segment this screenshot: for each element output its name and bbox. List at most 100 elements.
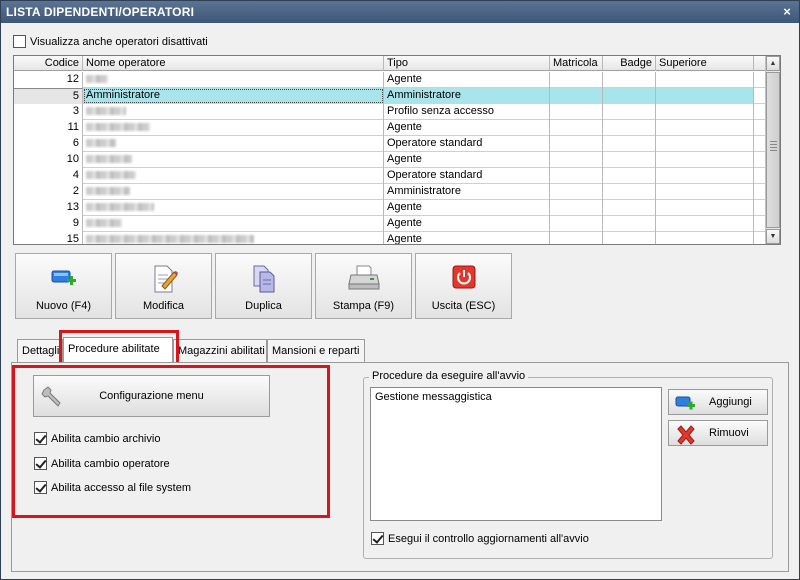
header-matricola[interactable]: Matricola: [550, 56, 603, 71]
operators-grid[interactable]: Codice Nome operatore Tipo Matricola Bad…: [13, 55, 781, 245]
header-tipo[interactable]: Tipo: [384, 56, 550, 71]
add-user-icon: [51, 270, 76, 285]
add-button-label: Aggiungi: [709, 396, 752, 408]
cell-code: 11: [14, 120, 83, 136]
tab-procedures[interactable]: Procedure abilitate: [63, 337, 173, 363]
cell-matricola: [550, 168, 603, 184]
cell-matricola: [550, 88, 603, 104]
update-check-label: Esegui il controllo aggiornamenti all'av…: [388, 532, 589, 545]
cell-code: 15: [14, 232, 83, 244]
table-row[interactable]: 10 Agente: [14, 152, 766, 168]
menu-config-label: Configurazione menu: [99, 390, 204, 402]
cell-tipo: Amministratore: [384, 184, 550, 200]
header-name[interactable]: Nome operatore: [83, 56, 384, 71]
cell-matricola: [550, 184, 603, 200]
cell-tipo: Agente: [384, 200, 550, 216]
cell-code: 6: [14, 136, 83, 152]
cell-superiore: [656, 152, 754, 168]
scroll-down-button[interactable]: ▼: [766, 229, 780, 244]
printer-icon: [347, 265, 380, 290]
cell-superiore: [656, 104, 754, 120]
power-icon: [452, 265, 475, 289]
cell-superiore: [656, 120, 754, 136]
update-check-row[interactable]: Esegui il controllo aggiornamenti all'av…: [371, 532, 589, 545]
cell-name-redacted: [83, 136, 384, 152]
new-button-label: Nuovo (F4): [35, 300, 92, 312]
remove-button-label: Rimuovi: [709, 427, 749, 439]
table-row[interactable]: 2 Amministratore: [14, 184, 766, 200]
print-button[interactable]: Stampa (F9): [315, 253, 412, 319]
cell-matricola: [550, 120, 603, 136]
list-item[interactable]: Gestione messaggistica: [375, 391, 657, 403]
new-button[interactable]: Nuovo (F4): [15, 253, 112, 319]
cell-code: 13: [14, 200, 83, 216]
cell-badge: [603, 88, 656, 104]
option-row[interactable]: Abilita cambio archivio: [34, 432, 160, 445]
header-badge[interactable]: Badge: [603, 56, 656, 71]
option-row[interactable]: Abilita accesso al file system: [34, 481, 191, 494]
cell-code: 10: [14, 152, 83, 168]
show-disabled-row[interactable]: Visualizza anche operatori disattivati: [13, 35, 208, 48]
operators-window: LISTA DIPENDENTI/OPERATORI × Visualizza …: [0, 0, 800, 580]
cell-superiore: [656, 168, 754, 184]
table-row[interactable]: 4 Operatore standard: [14, 168, 766, 184]
cell-superiore: [656, 136, 754, 152]
startup-procedures-list[interactable]: Gestione messaggistica: [370, 387, 662, 521]
tab-warehouses[interactable]: Magazzini abilitati: [173, 339, 267, 363]
enable-operator-change-checkbox[interactable]: [34, 457, 47, 470]
header-code[interactable]: Codice: [14, 56, 83, 71]
cell-name-redacted: [83, 120, 384, 136]
table-row[interactable]: 12 Agente: [14, 72, 766, 88]
table-row-selected[interactable]: 5 Amministratore Amministratore: [14, 88, 766, 104]
cell-superiore: [656, 88, 754, 104]
menu-config-button[interactable]: Configurazione menu: [33, 375, 270, 417]
scroll-thumb[interactable]: [766, 72, 780, 228]
cell-matricola: [550, 152, 603, 168]
edit-button-label: Modifica: [143, 300, 184, 312]
cell-matricola: [550, 216, 603, 232]
duplicate-button-label: Duplica: [245, 300, 282, 312]
show-disabled-checkbox[interactable]: [13, 35, 26, 48]
table-row[interactable]: 15 Agente: [14, 232, 766, 244]
cell-badge: [603, 200, 656, 216]
header-superiore[interactable]: Superiore: [656, 56, 754, 71]
startup-group-title: Procedure da eseguire all'avvio: [369, 370, 529, 382]
cell-tipo: Agente: [384, 216, 550, 232]
edit-button[interactable]: Modifica: [115, 253, 212, 319]
grid-scrollbar[interactable]: ▲ ▼: [765, 56, 780, 244]
table-row[interactable]: 13 Agente: [14, 200, 766, 216]
enable-archive-change-checkbox[interactable]: [34, 432, 47, 445]
cell-tipo: Agente: [384, 232, 550, 244]
cell-tipo: Agente: [384, 152, 550, 168]
cell-tipo: Operatore standard: [384, 168, 550, 184]
cell-code: 3: [14, 104, 83, 120]
duplicate-button[interactable]: Duplica: [215, 253, 312, 319]
cell-superiore: [656, 72, 754, 88]
cell-matricola: [550, 136, 603, 152]
close-button[interactable]: ×: [783, 1, 791, 23]
add-button[interactable]: Aggiungi: [668, 389, 768, 415]
remove-button[interactable]: Rimuovi: [668, 420, 768, 446]
add-icon: [675, 396, 695, 410]
cell-name-redacted: [83, 168, 384, 184]
tab-details[interactable]: Dettagli: [17, 339, 63, 363]
option-label: Abilita cambio operatore: [51, 457, 170, 470]
table-row[interactable]: 11 Agente: [14, 120, 766, 136]
scroll-up-button[interactable]: ▲: [766, 56, 780, 71]
table-row[interactable]: 6 Operatore standard: [14, 136, 766, 152]
cell-superiore: [656, 200, 754, 216]
tab-roles[interactable]: Mansioni e reparti: [267, 339, 365, 363]
cell-matricola: [550, 104, 603, 120]
update-check-checkbox[interactable]: [371, 532, 384, 545]
option-row[interactable]: Abilita cambio operatore: [34, 457, 170, 470]
cell-name-redacted: [83, 200, 384, 216]
cell-badge: [603, 216, 656, 232]
cell-tipo: Amministratore: [384, 88, 550, 104]
cell-superiore: [656, 184, 754, 200]
exit-button[interactable]: Uscita (ESC): [415, 253, 512, 319]
table-row[interactable]: 9 Agente: [14, 216, 766, 232]
table-row[interactable]: 3 Profilo senza accesso: [14, 104, 766, 120]
cell-badge: [603, 184, 656, 200]
cell-name-redacted: [83, 216, 384, 232]
enable-filesystem-checkbox[interactable]: [34, 481, 47, 494]
